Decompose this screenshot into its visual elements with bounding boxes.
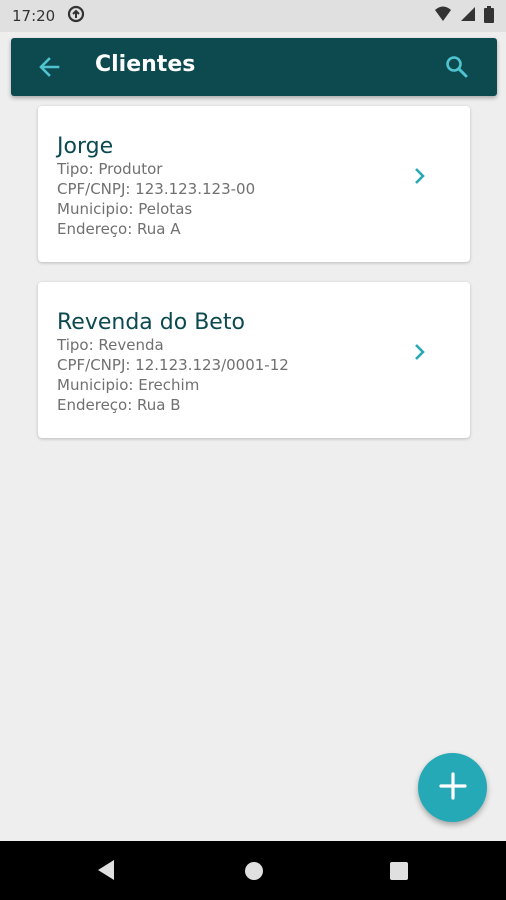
arrow-left-icon[interactable] (35, 53, 63, 81)
client-card[interactable]: Jorge Tipo: Produtor CPF/CNPJ: 123.123.1… (38, 106, 470, 262)
nav-back-icon[interactable] (96, 859, 116, 885)
search-icon[interactable] (443, 53, 471, 81)
add-client-button[interactable] (418, 753, 487, 822)
client-tipo: Tipo: Revenda (57, 336, 164, 354)
status-icons (434, 5, 494, 27)
chevron-right-icon (412, 166, 428, 186)
status-time: 17:20 (12, 7, 56, 25)
plus-icon (438, 771, 468, 805)
chevron-right-icon (412, 342, 428, 362)
signal-icon (460, 6, 476, 26)
data-saver-icon (67, 5, 85, 27)
client-name: Revenda do Beto (57, 310, 245, 335)
client-municipio: Municipio: Erechim (57, 376, 200, 394)
screen: 17:20 Clientes Jorge Tipo: Produtor CPF/… (0, 0, 506, 900)
system-nav-bar (0, 841, 506, 900)
battery-icon (484, 5, 494, 27)
app-bar: Clientes (11, 38, 497, 96)
client-endereco: Endereço: Rua A (57, 220, 181, 238)
client-municipio: Municipio: Pelotas (57, 200, 193, 218)
nav-recents-icon[interactable] (390, 862, 408, 884)
wifi-icon (434, 6, 452, 26)
client-cpf: CPF/CNPJ: 123.123.123-00 (57, 180, 256, 198)
client-name: Jorge (57, 134, 114, 159)
client-cpf: CPF/CNPJ: 12.123.123/0001-12 (57, 356, 289, 374)
page-title: Clientes (95, 52, 196, 77)
status-bar: 17:20 (0, 0, 506, 32)
nav-home-icon[interactable] (244, 861, 264, 885)
client-endereco: Endereço: Rua B (57, 396, 181, 414)
client-tipo: Tipo: Produtor (57, 160, 163, 178)
client-card[interactable]: Revenda do Beto Tipo: Revenda CPF/CNPJ: … (38, 282, 470, 438)
